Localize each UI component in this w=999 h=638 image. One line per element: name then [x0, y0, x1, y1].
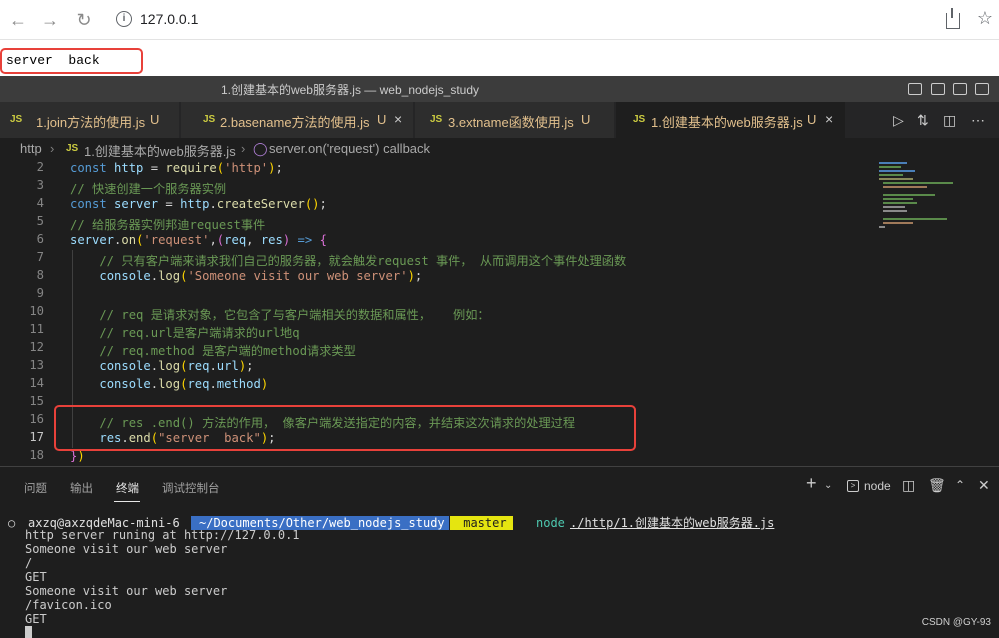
toggle-panel-icon[interactable] — [931, 83, 945, 95]
minimap[interactable] — [873, 160, 999, 466]
js-file-icon: JS — [203, 114, 216, 125]
terminal-output-line: Someone visit our web server — [25, 584, 228, 598]
tab-basename[interactable]: JS 2.basename方法的使用.js U × — [181, 102, 414, 138]
terminal-command-arg[interactable]: ./http/1.创建基本的web服务器.js — [570, 516, 774, 530]
code-line: 4 const server = http.createServer(); — [36, 196, 327, 211]
toggle-sidebar-icon[interactable] — [908, 83, 922, 95]
title-bar: 1.创建基本的web服务器.js — web_nodejs_study — [0, 76, 999, 102]
tab-label: 1.join方法的使用.js — [36, 115, 146, 130]
terminal-name[interactable]: node — [864, 479, 891, 493]
untracked-badge: U — [807, 112, 817, 127]
untracked-badge: U — [377, 112, 387, 127]
untracked-badge: U — [150, 112, 160, 127]
code-line: 13 console.log(req.url); — [29, 358, 254, 373]
trash-icon[interactable]: 🗑 — [928, 477, 946, 494]
js-file-icon: JS — [633, 114, 646, 125]
editor-tabs: JS 1.join方法的使用.js U JS 2.basename方法的使用.j… — [0, 102, 999, 138]
chevron-down-icon[interactable]: ⌄ — [824, 480, 832, 491]
more-actions-icon[interactable]: ⋯ — [971, 112, 985, 129]
split-editor-icon[interactable]: ◫ — [943, 112, 956, 129]
code-highlight-box — [54, 405, 636, 451]
breadcrumb-symbol[interactable]: server.on('request') callback — [269, 141, 430, 156]
tab-label: 2.basename方法的使用.js — [220, 115, 370, 130]
code-line: 10 // req 是请求对象，它包含了与客户端相关的数据和属性， 例如： — [29, 304, 490, 322]
code-line: 14 console.log(req.method) — [29, 376, 269, 391]
terminal-command: node — [536, 516, 565, 530]
tab-extname[interactable]: JS 3.extname函数使用.js U — [415, 102, 615, 138]
forward-arrow-icon[interactable]: → — [38, 8, 62, 32]
chevron-right-icon: › — [50, 141, 55, 156]
terminal-cursor — [25, 626, 32, 638]
url-text[interactable]: 127.0.0.1 — [140, 11, 198, 27]
prompt-circle-icon: ○ — [8, 516, 16, 530]
code-line: 7 // 只有客户端来请求我们自己的服务器，就会触发request 事件， 从而… — [36, 250, 627, 268]
terminal-output-line: Someone visit our web server — [25, 542, 228, 556]
compare-changes-icon[interactable]: ⇅ — [917, 112, 929, 129]
response-highlight-box — [0, 48, 143, 74]
terminal-output-line: GET — [25, 612, 47, 626]
watermark: CSDN @GY-93 — [921, 617, 991, 628]
site-info-icon[interactable]: i — [116, 11, 132, 27]
browser-page: server back — [0, 40, 999, 75]
close-panel-icon[interactable]: ✕ — [978, 477, 990, 494]
tab-create-server[interactable]: JS 1.创建基本的web服务器.js U × — [616, 102, 846, 138]
js-file-icon: JS — [10, 114, 23, 125]
customize-layout-icon[interactable] — [975, 83, 989, 95]
run-icon[interactable]: ▷ — [893, 112, 904, 129]
code-line: 5// 给服务器实例邦迪request事件 — [36, 214, 266, 232]
code-line: 6 server.on('request',(req, res) => { — [36, 232, 327, 247]
code-line: 8 console.log('Someone visit our web ser… — [36, 268, 423, 283]
toggle-secondary-sidebar-icon[interactable] — [953, 83, 967, 95]
breadcrumb: http › JS 1.创建基本的web服务器.js › ◯ server.on… — [0, 138, 999, 160]
terminal-output-line: / — [25, 556, 33, 570]
reload-icon[interactable]: ↻ — [72, 8, 96, 32]
tab-terminal[interactable]: 终端 — [116, 480, 139, 496]
tab-problems[interactable]: 问题 — [24, 480, 47, 496]
tab-output[interactable]: 输出 — [70, 480, 93, 496]
code-line: 12 // req.method 是客户端的method请求类型 — [29, 340, 356, 358]
tab-debug-console[interactable]: 调试控制台 — [162, 480, 220, 496]
tab-label: 3.extname函数使用.js — [448, 115, 574, 130]
close-icon[interactable]: × — [825, 111, 833, 127]
symbol-method-icon: ◯ — [253, 141, 268, 156]
breadcrumb-folder[interactable]: http — [20, 141, 42, 156]
maximize-panel-icon[interactable]: ⌃ — [955, 478, 965, 492]
code-line: 11 // req.url是客户端请求的url地q — [29, 322, 300, 340]
chevron-right-icon: › — [241, 141, 246, 156]
add-terminal-icon[interactable]: + — [806, 473, 817, 494]
tab-join[interactable]: JS 1.join方法的使用.js U — [0, 102, 180, 138]
terminal-output-line: /favicon.ico — [25, 598, 112, 612]
terminal-output-line: http server runing at http://127.0.0.1 — [25, 528, 300, 542]
untracked-badge: U — [581, 112, 591, 127]
js-file-icon: JS — [66, 143, 79, 154]
terminal-icon: > — [847, 480, 859, 492]
window-title: 1.创建基本的web服务器.js — web_nodejs_study — [220, 83, 480, 97]
active-tab-underline — [114, 501, 140, 502]
js-file-icon: JS — [430, 114, 443, 125]
breadcrumb-file[interactable]: 1.创建基本的web服务器.js — [84, 141, 236, 160]
share-icon[interactable] — [946, 8, 960, 29]
code-line: 2 const http = require('http'); — [36, 160, 283, 175]
code-line: 3// 快速创建一个服务器实例 — [36, 178, 227, 196]
close-icon[interactable]: × — [394, 111, 402, 127]
prompt-branch: master — [450, 516, 513, 530]
terminal-output-line: GET — [25, 570, 47, 584]
split-terminal-icon[interactable]: ◫ — [902, 477, 915, 494]
tab-label: 1.创建基本的web服务器.js — [651, 115, 803, 130]
browser-toolbar: ← → ↻ i 127.0.0.1 ☆ — [0, 0, 999, 40]
address-bar[interactable]: i 127.0.0.1 — [106, 5, 986, 35]
code-line: 9 — [36, 286, 44, 300]
back-arrow-icon[interactable]: ← — [6, 8, 30, 32]
bookmark-icon[interactable]: ☆ — [977, 8, 993, 29]
editor-actions: ▷ ⇅ ◫ ⋯ — [879, 102, 999, 138]
